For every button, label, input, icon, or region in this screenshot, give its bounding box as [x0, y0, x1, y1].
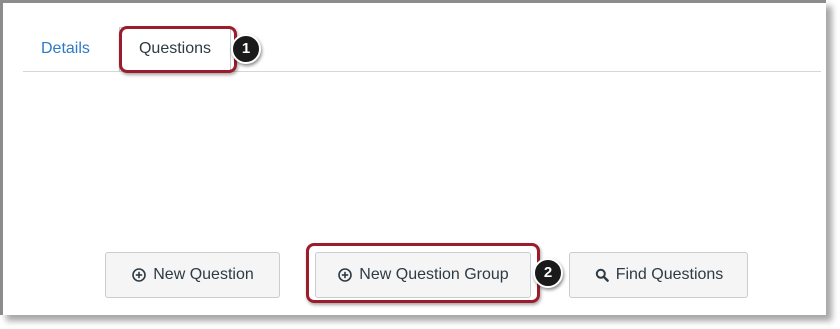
step-2-badge: 2 [533, 258, 563, 288]
new-question-label: New Question [153, 266, 254, 283]
new-question-group-label: New Question Group [359, 266, 509, 283]
quiz-editor-panel: Details Questions 1 New Question New Que… [0, 0, 826, 315]
new-question-group-button[interactable]: New Question Group [315, 252, 531, 298]
questions-tab-highlight [119, 26, 237, 73]
find-questions-button[interactable]: Find Questions [569, 252, 748, 298]
step-1-badge: 1 [231, 34, 261, 64]
find-questions-label: Find Questions [615, 266, 724, 283]
tab-details[interactable]: Details [41, 39, 90, 59]
search-icon [594, 267, 610, 283]
new-question-button[interactable]: New Question [105, 252, 280, 298]
plus-circle-icon [131, 267, 147, 283]
plus-circle-icon [337, 267, 353, 283]
